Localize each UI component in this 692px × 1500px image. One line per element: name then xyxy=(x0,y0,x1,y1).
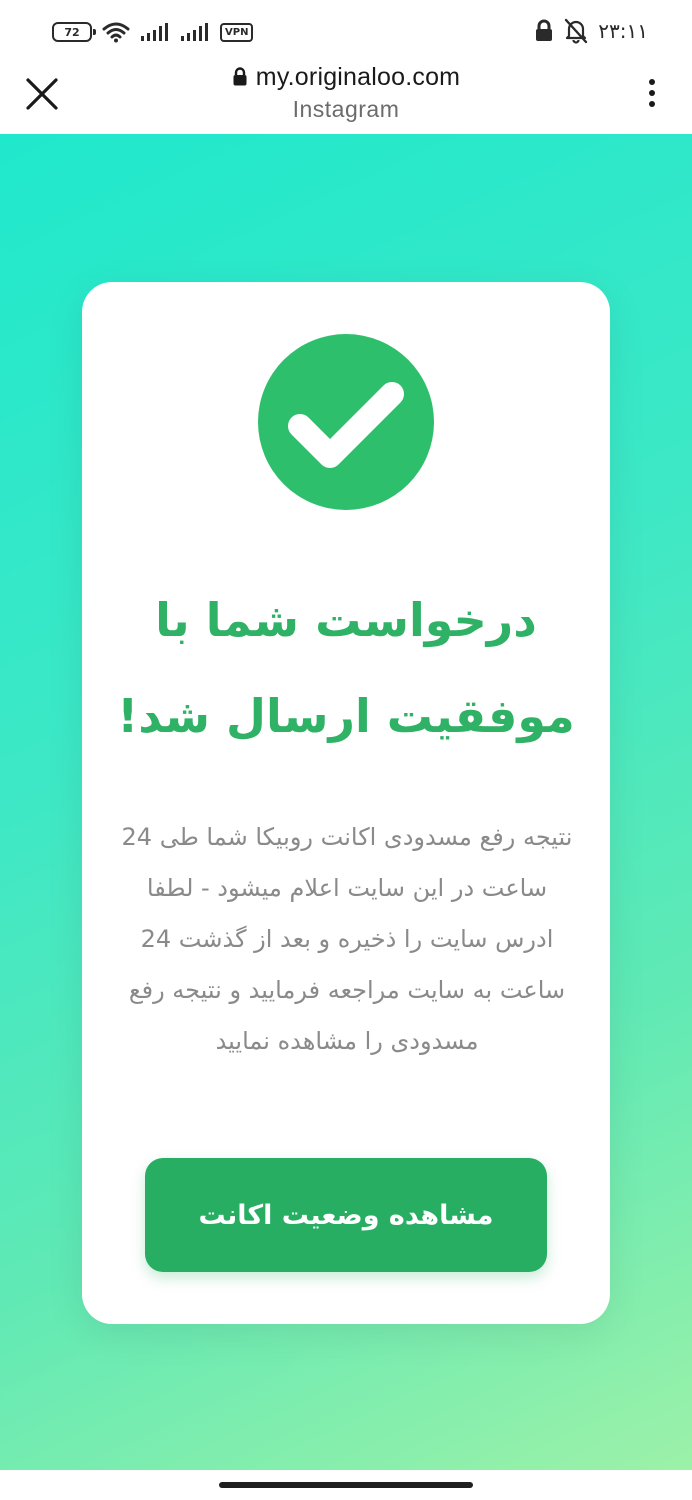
page-content: درخواست شما با موفقیت ارسال شد! نتیجه رف… xyxy=(0,134,692,1470)
signal-icon xyxy=(141,23,168,41)
browser-toolbar: my.originaloo.com Instagram xyxy=(0,62,692,134)
status-bar-left: 72 VPN xyxy=(52,20,254,44)
signal-icon xyxy=(181,23,208,41)
vpn-icon: VPN xyxy=(220,22,254,42)
battery-level: 72 xyxy=(64,25,80,39)
page-site-name: Instagram xyxy=(292,96,400,122)
status-bar: 72 VPN ۲۳:۱۱ xyxy=(0,0,692,62)
more-options-button[interactable] xyxy=(640,76,664,110)
success-title: درخواست شما با موفقیت ارسال شد! xyxy=(117,593,575,743)
lock-icon xyxy=(536,19,553,41)
status-time: ۲۳:۱۱ xyxy=(598,19,648,43)
success-card: درخواست شما با موفقیت ارسال شد! نتیجه رف… xyxy=(82,282,610,1324)
checkmark-icon xyxy=(288,382,404,468)
address-bar[interactable]: my.originaloo.com Instagram xyxy=(120,62,572,123)
status-bar-right: ۲۳:۱۱ xyxy=(534,18,648,44)
check-circle-icon xyxy=(258,334,434,510)
close-button[interactable] xyxy=(22,74,62,114)
page-url: my.originaloo.com xyxy=(255,62,461,91)
lock-icon xyxy=(233,67,247,86)
success-description: نتیجه رفع مسدودی اکانت روبیکا شما طی 24 … xyxy=(121,823,573,1055)
close-icon xyxy=(26,78,58,110)
wifi-icon xyxy=(102,22,130,43)
more-vert-icon xyxy=(649,79,655,107)
view-account-status-label: مشاهده وضعیت اکانت xyxy=(198,1199,494,1231)
battery-icon: 72 xyxy=(52,22,96,42)
view-account-status-button[interactable]: مشاهده وضعیت اکانت xyxy=(145,1158,547,1272)
home-indicator[interactable] xyxy=(219,1482,473,1488)
bell-muted-icon xyxy=(565,18,588,44)
navigation-bar xyxy=(0,1470,692,1500)
